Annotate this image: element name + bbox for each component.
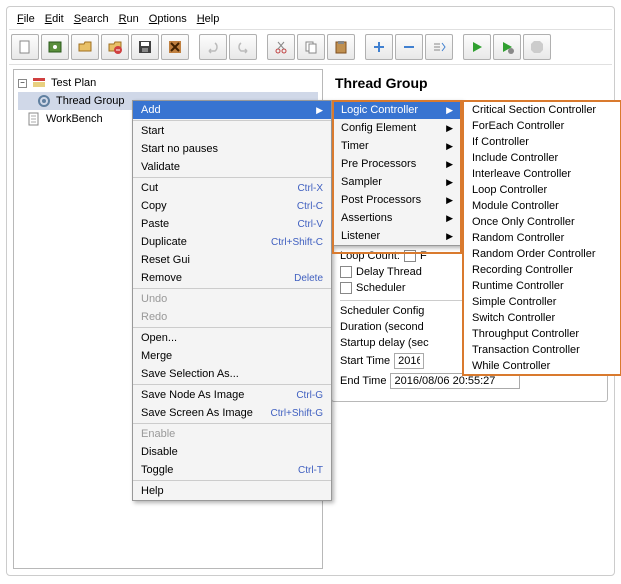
- run-nopauses-button[interactable]: [493, 34, 521, 60]
- ctx-save-selection-as-[interactable]: Save Selection As...: [133, 365, 331, 383]
- menu-run[interactable]: Run: [115, 11, 143, 27]
- startup-delay-label: Startup delay (sec: [340, 337, 429, 349]
- ctx-copy[interactable]: CopyCtrl-C: [133, 197, 331, 215]
- templates-button[interactable]: [41, 34, 69, 60]
- ctrl-random-controller[interactable]: Random Controller: [464, 230, 620, 246]
- expand-button[interactable]: [365, 34, 393, 60]
- menubar: FileEditSearchRunOptionsHelp: [9, 9, 612, 29]
- run-button[interactable]: [463, 34, 491, 60]
- scheduler-checkbox[interactable]: [340, 282, 352, 294]
- ctx-reset-gui[interactable]: Reset Gui: [133, 251, 331, 269]
- sub-timer[interactable]: Timer▶: [333, 137, 461, 155]
- ctrl-module-controller[interactable]: Module Controller: [464, 198, 620, 214]
- ctrl-runtime-controller[interactable]: Runtime Controller: [464, 278, 620, 294]
- end-time-label: End Time: [340, 375, 386, 387]
- ctrl-transaction-controller[interactable]: Transaction Controller: [464, 342, 620, 358]
- ctrl-critical-section-controller[interactable]: Critical Section Controller: [464, 102, 620, 118]
- loop-count-label: Loop Count:: [340, 250, 400, 262]
- undo-button[interactable]: [199, 34, 227, 60]
- save-button[interactable]: [131, 34, 159, 60]
- ctx-start[interactable]: Start: [133, 122, 331, 140]
- ctx-redo: Redo: [133, 308, 331, 326]
- ctrl-interleave-controller[interactable]: Interleave Controller: [464, 166, 620, 182]
- paste-button[interactable]: [327, 34, 355, 60]
- close-button[interactable]: [101, 34, 129, 60]
- ctrl-once-only-controller[interactable]: Once Only Controller: [464, 214, 620, 230]
- collapse-icon[interactable]: −: [18, 79, 27, 88]
- sub-pre-processors[interactable]: Pre Processors▶: [333, 155, 461, 173]
- ctrl-foreach-controller[interactable]: ForEach Controller: [464, 118, 620, 134]
- ctx-add[interactable]: Add▶: [133, 101, 331, 119]
- ctx-undo: Undo: [133, 290, 331, 308]
- ctrl-throughput-controller[interactable]: Throughput Controller: [464, 326, 620, 342]
- ctx-save-screen-as-image[interactable]: Save Screen As ImageCtrl+Shift-G: [133, 404, 331, 422]
- ctrl-switch-controller[interactable]: Switch Controller: [464, 310, 620, 326]
- scheduler-label: Scheduler: [356, 282, 406, 294]
- menu-search[interactable]: Search: [70, 11, 113, 27]
- ctrl-loop-controller[interactable]: Loop Controller: [464, 182, 620, 198]
- sub-post-processors[interactable]: Post Processors▶: [333, 191, 461, 209]
- ctx-start-no-pauses[interactable]: Start no pauses: [133, 140, 331, 158]
- toggle-button[interactable]: [425, 34, 453, 60]
- ctrl-while-controller[interactable]: While Controller: [464, 358, 620, 374]
- toolbar: [9, 29, 612, 64]
- start-time-label: Start Time: [340, 355, 390, 367]
- tree-root-label: Test Plan: [51, 77, 96, 89]
- ctx-open-[interactable]: Open...: [133, 329, 331, 347]
- ctx-toggle[interactable]: ToggleCtrl-T: [133, 461, 331, 479]
- ctx-disable[interactable]: Disable: [133, 443, 331, 461]
- redo-button[interactable]: [229, 34, 257, 60]
- menu-edit[interactable]: Edit: [41, 11, 68, 27]
- save-all-button[interactable]: [161, 34, 189, 60]
- delay-thread-checkbox[interactable]: [340, 266, 352, 278]
- tree-workbench-label: WorkBench: [46, 113, 103, 125]
- ctrl-simple-controller[interactable]: Simple Controller: [464, 294, 620, 310]
- tree-threadgroup-label: Thread Group: [56, 95, 124, 107]
- duration-label: Duration (second: [340, 321, 424, 333]
- menu-options[interactable]: Options: [145, 11, 191, 27]
- menu-help[interactable]: Help: [193, 11, 224, 27]
- ctx-paste[interactable]: PasteCtrl-V: [133, 215, 331, 233]
- ctrl-recording-controller[interactable]: Recording Controller: [464, 262, 620, 278]
- sub-assertions[interactable]: Assertions▶: [333, 209, 461, 227]
- workbench-icon: [26, 111, 42, 127]
- ctx-validate[interactable]: Validate: [133, 158, 331, 176]
- ctx-save-node-as-image[interactable]: Save Node As ImageCtrl-G: [133, 386, 331, 404]
- new-button[interactable]: [11, 34, 39, 60]
- gear-icon: [36, 93, 52, 109]
- sub-sampler[interactable]: Sampler▶: [333, 173, 461, 191]
- ctx-merge[interactable]: Merge: [133, 347, 331, 365]
- ctx-help[interactable]: Help: [133, 482, 331, 500]
- tree-root[interactable]: − Test Plan: [18, 74, 318, 92]
- ctrl-random-order-controller[interactable]: Random Order Controller: [464, 246, 620, 262]
- loop-forever-checkbox[interactable]: [404, 250, 416, 262]
- delay-thread-label: Delay Thread: [356, 266, 422, 278]
- collapse-button[interactable]: [395, 34, 423, 60]
- ctx-duplicate[interactable]: DuplicateCtrl+Shift-C: [133, 233, 331, 251]
- panel-title: Thread Group: [331, 69, 608, 97]
- cut-button[interactable]: [267, 34, 295, 60]
- context-menu: Add▶ StartStart no pausesValidate CutCtrl-…: [132, 100, 332, 501]
- logic-controller-submenu: Critical Section ControllerForEach Contr…: [462, 100, 621, 376]
- sub-listener[interactable]: Listener▶: [333, 227, 461, 245]
- stop-button[interactable]: [523, 34, 551, 60]
- ctrl-include-controller[interactable]: Include Controller: [464, 150, 620, 166]
- testplan-icon: [31, 75, 47, 91]
- menu-file[interactable]: File: [13, 11, 39, 27]
- start-time-input[interactable]: [394, 353, 424, 369]
- open-button[interactable]: [71, 34, 99, 60]
- sub-config-element[interactable]: Config Element▶: [333, 119, 461, 137]
- ctx-enable: Enable: [133, 425, 331, 443]
- sub-logic-controller[interactable]: Logic Controller▶: [333, 101, 461, 119]
- add-submenu: Logic Controller▶Config Element▶Timer▶Pr…: [332, 100, 462, 246]
- ctx-remove[interactable]: RemoveDelete: [133, 269, 331, 287]
- ctx-cut[interactable]: CutCtrl-X: [133, 179, 331, 197]
- ctrl-if-controller[interactable]: If Controller: [464, 134, 620, 150]
- copy-button[interactable]: [297, 34, 325, 60]
